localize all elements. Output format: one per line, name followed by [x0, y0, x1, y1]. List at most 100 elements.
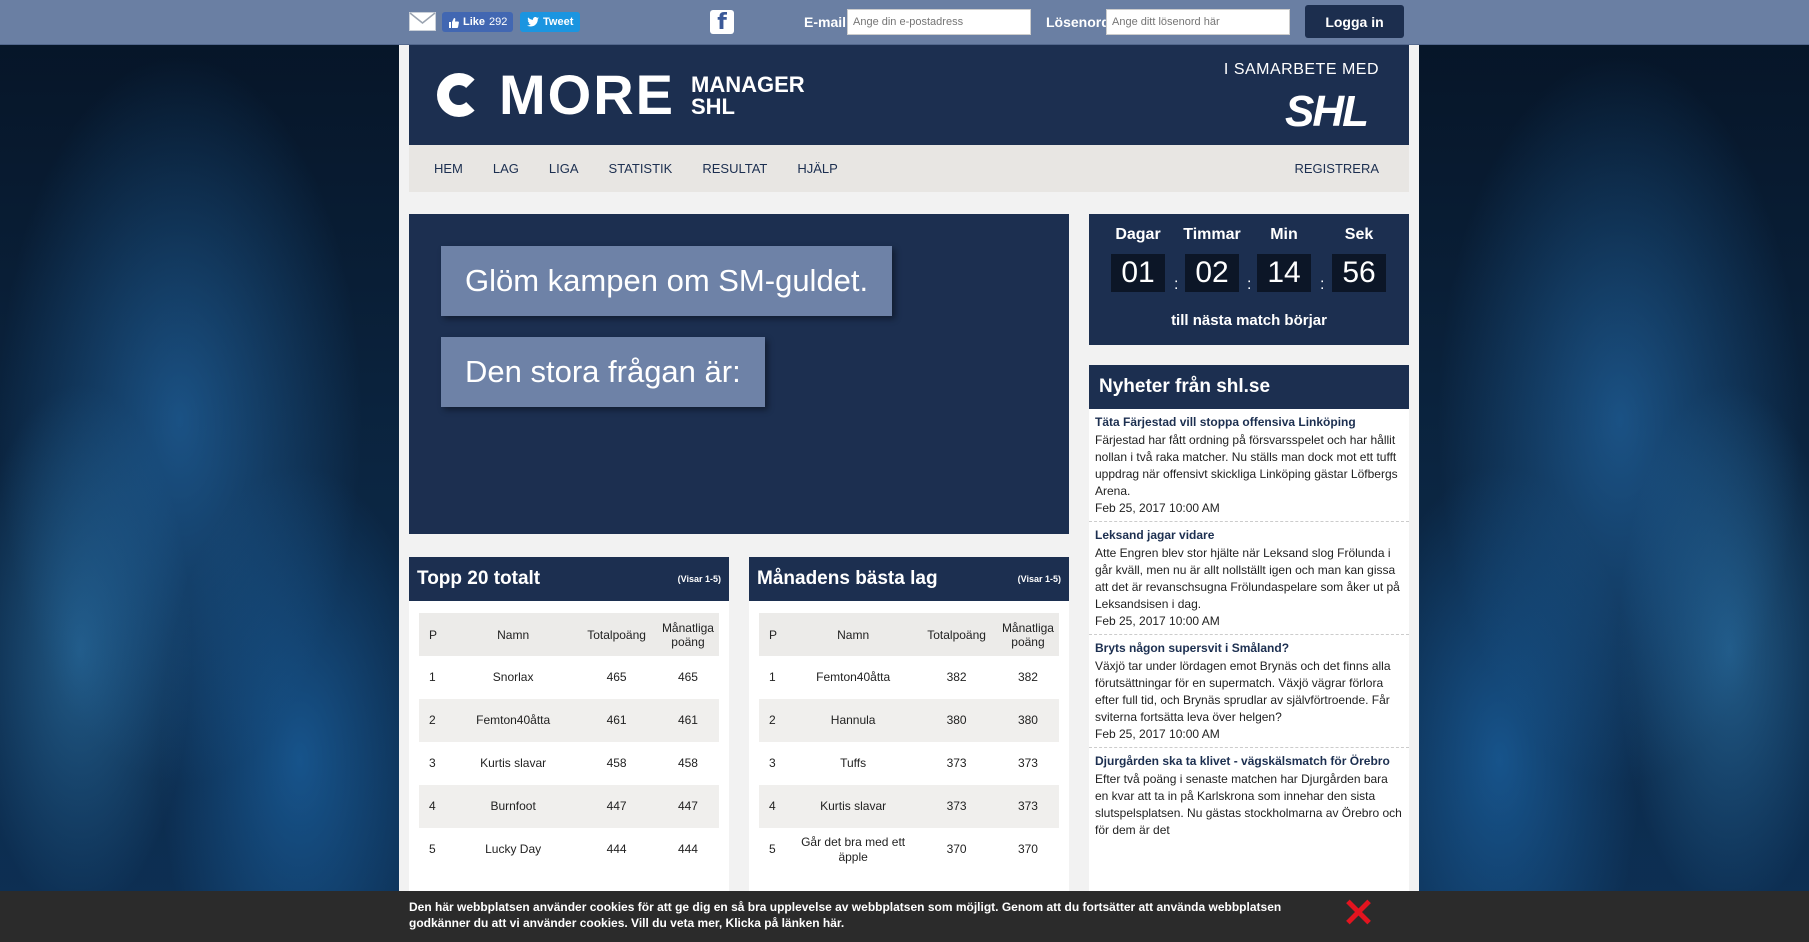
cell-position: 1: [769, 670, 776, 684]
table-row[interactable]: 5 Går det bra med ett äpple 370 370: [759, 828, 1059, 871]
cell-monthly-points: 461: [656, 699, 719, 742]
table-row[interactable]: 4 Burnfoot 447 447: [419, 785, 719, 828]
facebook-icon[interactable]: f: [710, 10, 734, 34]
cell-team-name[interactable]: Går det bra med ett äpple: [790, 828, 916, 871]
table-row[interactable]: 4 Kurtis slavar 373 373: [759, 785, 1059, 828]
cell-total-points: 444: [606, 842, 627, 856]
table-row[interactable]: 2 Femton40åtta 461 461: [419, 699, 719, 742]
countdown-minutes-value: 14: [1257, 254, 1311, 292]
top20-table: P Namn Totalpoäng Månatliga poäng 1 Snor…: [419, 613, 719, 871]
logo-more-text[interactable]: MORE: [499, 65, 675, 125]
news-item-body: Atte Engren blev stor hjälte när Leksand…: [1095, 546, 1400, 611]
col-header-total: Totalpoäng: [576, 613, 657, 656]
nav-item-lag[interactable]: LAG: [493, 161, 519, 176]
news-item-date: Feb 25, 2017 10:00 AM: [1095, 501, 1220, 515]
countdown-minutes-label: Min: [1270, 226, 1298, 243]
countdown-seconds-label: Sek: [1344, 226, 1374, 243]
tweet-label: Tweet: [543, 16, 574, 28]
countdown-days-label: Dagar: [1115, 226, 1161, 243]
nav-item-hem[interactable]: HEM: [434, 161, 463, 176]
news-title: Nyheter från shl.se: [1089, 365, 1409, 409]
cell-monthly-points: 380: [996, 699, 1059, 742]
cell-team-name[interactable]: Kurtis slavar: [450, 742, 576, 785]
close-icon[interactable]: [1346, 900, 1370, 924]
news-item-title[interactable]: Bryts någon supersvit i Småland?: [1095, 641, 1403, 655]
nav-item-hjalp[interactable]: HJÄLP: [797, 161, 837, 176]
monthly-title: Månadens bästa lag: [757, 568, 938, 589]
table-row[interactable]: 3 Tuffs 373 373: [759, 742, 1059, 785]
tweet-button[interactable]: Tweet: [520, 12, 581, 32]
news-item[interactable]: Täta Färjestad vill stoppa offensiva Lin…: [1089, 409, 1409, 522]
thumbs-up-icon: [449, 17, 459, 28]
cell-position: 3: [429, 756, 436, 770]
facebook-like-button[interactable]: Like 292: [442, 12, 514, 32]
cookie-text[interactable]: Den här webbplatsen använder cookies för…: [409, 899, 1309, 931]
mail-icon[interactable]: [409, 12, 436, 31]
col-header-monthly: Månatliga poäng: [996, 613, 1059, 656]
nav-item-statistik[interactable]: STATISTIK: [609, 161, 673, 176]
news-item-body: Efter två poäng i senaste matchen har Dj…: [1095, 772, 1402, 837]
cell-team-name[interactable]: Femton40åtta: [450, 699, 577, 742]
cmore-c-logo[interactable]: [437, 73, 481, 117]
cell-total-points: 465: [606, 670, 627, 684]
monthly-table: P Namn Totalpoäng Månatliga poäng 1 Femt…: [759, 613, 1059, 871]
col-header-name: Namn: [790, 613, 917, 656]
table-header-row: P Namn Totalpoäng Månatliga poäng: [759, 613, 1059, 656]
news-item-title[interactable]: Leksand jagar vidare: [1095, 528, 1403, 542]
cell-position: 2: [419, 699, 451, 742]
table-header-row: P Namn Totalpoäng Månatliga poäng: [419, 613, 719, 656]
cell-team-name[interactable]: Hannula: [790, 699, 917, 742]
table-row[interactable]: 5 Lucky Day 444 444: [419, 828, 719, 871]
main-nav: HEM LAG LIGA STATISTIK RESULTAT HJÄLP RE…: [409, 145, 1409, 192]
nav-item-resultat[interactable]: RESULTAT: [702, 161, 767, 176]
col-header-p: P: [419, 613, 451, 656]
countdown-panel: Dagar 01 : Timmar 02 : Min 14 : Sek 56 t…: [1089, 214, 1409, 345]
table-row[interactable]: 1 Snorlax 465 465: [419, 656, 719, 699]
site-header: MORE MANAGER SHL I SAMARBETE MED SHL: [409, 45, 1409, 145]
news-item-date: Feb 25, 2017 10:00 AM: [1095, 614, 1220, 628]
cell-team-name[interactable]: Kurtis slavar: [790, 785, 917, 828]
cell-total-points: 458: [606, 756, 627, 770]
nav-item-liga[interactable]: LIGA: [549, 161, 579, 176]
countdown-days: Dagar 01: [1108, 226, 1168, 292]
news-item-title[interactable]: Djurgården ska ta klivet - vägskälsmatch…: [1095, 754, 1403, 768]
col-header-monthly: Månatliga poäng: [656, 613, 719, 656]
table-row[interactable]: 2 Hannula 380 380: [759, 699, 1059, 742]
col-header-total: Totalpoäng: [916, 613, 997, 656]
email-label: E-mail: [804, 14, 847, 30]
cell-total-points: 447: [576, 785, 657, 828]
cell-team-name[interactable]: Lucky Day: [450, 828, 576, 871]
cell-monthly-points: 465: [677, 670, 698, 684]
news-item[interactable]: Leksand jagar vidare Atte Engren blev st…: [1089, 522, 1409, 635]
news-item-title[interactable]: Täta Färjestad vill stoppa offensiva Lin…: [1095, 415, 1403, 429]
cell-position: 5: [429, 842, 436, 856]
countdown-hours-label: Timmar: [1183, 226, 1241, 243]
password-input[interactable]: [1106, 9, 1290, 35]
cell-team-name[interactable]: Burnfoot: [450, 785, 577, 828]
login-button[interactable]: Logga in: [1305, 5, 1404, 38]
monthly-header: Månadens bästa lag (Visar 1-5): [749, 557, 1069, 601]
hero-banner[interactable]: Glöm kampen om SM-guldet. Den stora fråg…: [409, 214, 1069, 534]
countdown-hours: Timmar 02: [1182, 226, 1242, 292]
like-count: 292: [489, 16, 508, 28]
news-item[interactable]: Bryts någon supersvit i Småland? Växjö t…: [1089, 635, 1409, 748]
logo-line-manager: MANAGER: [691, 72, 805, 97]
table-row[interactable]: 3 Kurtis slavar 458 458: [419, 742, 719, 785]
monthly-range-tag: (Visar 1-5): [1017, 574, 1061, 584]
cell-position: 2: [759, 699, 791, 742]
table-row[interactable]: 1 Femton40åtta 382 382: [759, 656, 1059, 699]
cell-total-points: 461: [576, 699, 657, 742]
cell-team-name[interactable]: Tuffs: [790, 742, 916, 785]
news-panel: Nyheter från shl.se Täta Färjestad vill …: [1089, 365, 1409, 925]
countdown-separator: :: [1174, 276, 1179, 293]
cell-team-name[interactable]: Snorlax: [450, 656, 576, 699]
nav-item-registrera[interactable]: REGISTRERA: [1294, 161, 1379, 176]
countdown-seconds-value: 56: [1332, 254, 1386, 292]
countdown-minutes: Min 14: [1254, 226, 1314, 292]
email-input[interactable]: [847, 9, 1031, 35]
cell-team-name[interactable]: Femton40åtta: [790, 656, 916, 699]
countdown-days-value: 01: [1111, 254, 1165, 292]
news-item[interactable]: Djurgården ska ta klivet - vägskälsmatch…: [1089, 748, 1409, 843]
logo-subtitle: MANAGER SHL: [691, 74, 805, 118]
cell-monthly-points: 373: [996, 785, 1059, 828]
